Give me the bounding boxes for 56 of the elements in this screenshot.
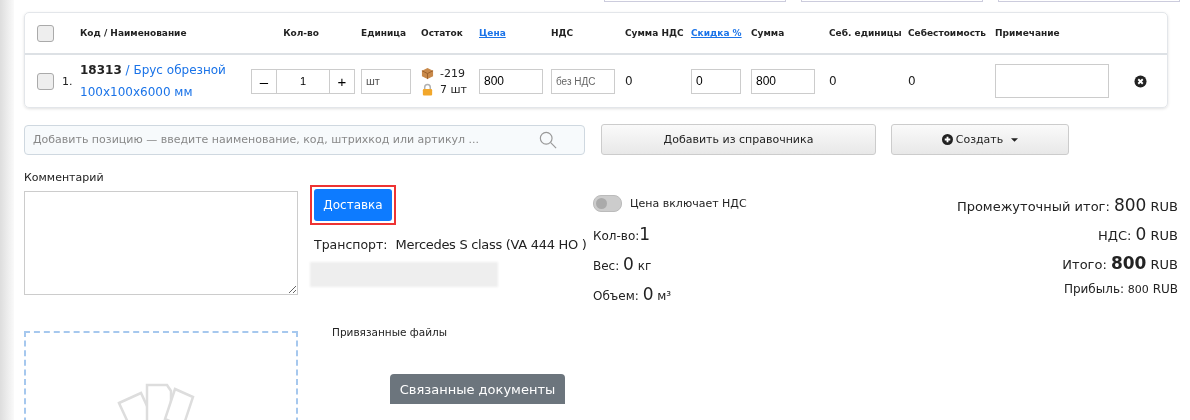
total-text: Прибыль: 800 RUB: [1063, 282, 1178, 296]
box-icon: [421, 66, 434, 80]
lock-icon: [421, 82, 434, 96]
comment-field[interactable]: [24, 191, 298, 295]
toggle-label: Цена включает НДС: [630, 197, 747, 210]
comment-label: Комментарий: [24, 171, 105, 186]
unit-cost-value: 0: [829, 74, 837, 88]
column-header: Примечание: [995, 28, 1060, 38]
quantity-field[interactable]: 1: [277, 68, 329, 94]
delivery-button[interactable]: Доставка: [314, 189, 392, 221]
discount-field[interactable]: 0: [691, 68, 741, 94]
reserved-value: 7 шт: [440, 82, 467, 96]
file-drop-zone[interactable]: [24, 331, 298, 420]
toggle-switch[interactable]: [593, 195, 622, 212]
stock-value: -219: [440, 66, 465, 80]
stat-text: Объем: 0 м³: [593, 284, 673, 304]
search-icon: [539, 130, 557, 149]
stat-text: Вес: 0 кг: [593, 254, 653, 274]
decrement-button[interactable]: –: [251, 68, 277, 94]
column-header: НДС: [551, 28, 574, 38]
column-header: Код / Наименование: [80, 28, 187, 38]
column-header: Сумма: [751, 28, 785, 38]
vat-field[interactable]: без НДС: [551, 68, 615, 94]
note-field[interactable]: [995, 64, 1109, 98]
remove-icon[interactable]: [1134, 74, 1147, 88]
column-header-link[interactable]: Цена: [479, 28, 506, 38]
total-text: НДС: 0 RUB: [1098, 224, 1178, 244]
sum-field[interactable]: 800: [751, 68, 815, 94]
column-header: Остаток: [421, 28, 463, 38]
transport-value: Mercedes S class (VA 444 HO ): [395, 237, 587, 252]
column-header: Себ. единицы: [829, 28, 902, 38]
cost-value: 0: [908, 74, 916, 88]
add-from-catalog-button[interactable]: Добавить из справочника: [601, 124, 876, 155]
search-field[interactable]: Добавить позицию — введите наименование, код, штрихкод или артикул ...: [24, 124, 585, 155]
checkbox[interactable]: [37, 24, 54, 42]
plus-circle-icon: [941, 134, 953, 145]
attached-files-label: Привязанные файлы: [332, 326, 447, 338]
transport-label: Транспорт:: [314, 237, 388, 252]
row-number: 1.: [62, 74, 73, 88]
stat-text: Кол-во:1: [593, 224, 652, 244]
total-text: Промежуточный итог: 800 RUB: [956, 195, 1178, 215]
total-text: Итого: 800 RUB: [1062, 253, 1178, 273]
increment-button[interactable]: +: [329, 68, 355, 94]
column-header: Себестоимость: [908, 28, 986, 38]
column-header: Сумма НДС: [625, 28, 684, 38]
column-header: Кол-во: [283, 28, 319, 38]
price-field[interactable]: 800: [479, 68, 543, 94]
create-dropdown-button[interactable]: Создать: [891, 124, 1069, 155]
item-title-link[interactable]: 18313 / Брус обрезной 100x100x6000 мм: [80, 59, 245, 103]
checkbox[interactable]: [37, 72, 54, 90]
column-header-link[interactable]: Скидка %: [691, 28, 742, 38]
vat-sum-value: 0: [625, 74, 633, 88]
unit-field[interactable]: шт: [361, 68, 411, 94]
related-documents-button[interactable]: Связанные документы: [390, 374, 565, 404]
column-header: Единица: [361, 28, 406, 38]
caret-icon: [1011, 137, 1019, 142]
